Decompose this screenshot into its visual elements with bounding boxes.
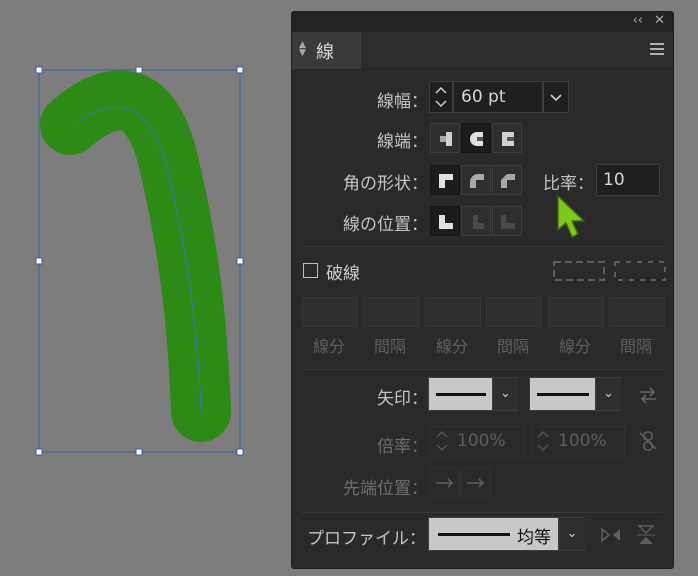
stroke-weight-label: 線幅：	[377, 92, 428, 112]
gap-input-1[interactable]	[363, 297, 419, 327]
dash-preserve-icon	[614, 261, 666, 281]
start-scale-value: 100%	[457, 431, 506, 451]
panel-tab-row: ▲ ▼ 線	[292, 32, 673, 69]
miter-join-icon	[439, 174, 453, 188]
align-stroke-label: 線の位置：	[343, 215, 428, 235]
profile-preview: 均等	[429, 518, 558, 550]
miter-limit-label: 比率：	[543, 174, 594, 194]
updown-icon: ▲ ▼	[299, 40, 306, 58]
extend-arrow-tip-button[interactable]	[430, 468, 460, 498]
artboard-canvas[interactable]	[0, 0, 290, 572]
cap-label: 線端：	[377, 132, 428, 152]
dash-preserve-button[interactable]	[612, 257, 668, 285]
align-inside-icon	[473, 215, 484, 229]
arrowheads-label: 矢印：	[377, 389, 428, 409]
gap-input-3[interactable]	[609, 297, 665, 327]
stepper-arrows-icon	[435, 86, 447, 108]
butt-cap-icon	[440, 132, 452, 146]
gap-label-3: 間隔	[619, 337, 652, 356]
tab-stroke-label: 線	[316, 42, 334, 63]
close-icon[interactable]: ✕	[654, 13, 665, 28]
collapse-icon[interactable]: ‹‹	[633, 13, 643, 28]
round-join-icon	[470, 174, 484, 188]
chevron-down-icon: ⌄	[595, 378, 621, 410]
dash-label-2: 線分	[435, 337, 468, 356]
dash-label-1: 線分	[312, 337, 345, 356]
stroke-weight-input[interactable]: 60 pt	[453, 81, 543, 113]
arrow-end-icon	[467, 478, 485, 488]
selected-stroke-artwork[interactable]	[0, 0, 290, 572]
thick-stroke[interactable]	[40, 70, 231, 442]
panel-titlebar: ‹‹ ✕	[292, 12, 673, 32]
separator	[302, 369, 663, 370]
end-arrowhead-preview	[530, 378, 595, 410]
chevron-down-icon	[550, 94, 562, 102]
start-arrowhead-preview	[429, 378, 492, 410]
round-cap-icon	[470, 132, 483, 146]
dash-input-2[interactable]	[425, 297, 481, 327]
dash-input-1[interactable]	[302, 297, 358, 327]
separator	[302, 512, 663, 513]
end-scale-value: 100%	[558, 431, 607, 451]
profile-label: プロファイル：	[307, 529, 426, 549]
align-outside-icon	[501, 215, 515, 229]
chevron-down-icon: ⌄	[492, 378, 518, 410]
bevel-join-icon	[501, 174, 515, 188]
panel-menu-icon[interactable]	[650, 43, 664, 58]
end-arrowhead-dropdown[interactable]: ⌄	[529, 377, 621, 411]
arrow-tip-icon	[436, 478, 454, 488]
separator	[302, 246, 663, 247]
butt-cap-button[interactable]	[430, 123, 460, 153]
dash-label-3: 線分	[558, 337, 591, 356]
cursor-arrow-icon	[557, 195, 585, 238]
mouse-cursor	[556, 194, 590, 240]
projecting-cap-button[interactable]	[492, 123, 522, 153]
end-scale-field[interactable]: 100%	[531, 426, 625, 458]
gap-label-1: 間隔	[373, 337, 406, 356]
miter-join-button[interactable]	[430, 165, 460, 195]
scale-label: 倍率：	[377, 437, 428, 457]
place-arrow-at-end-button[interactable]	[461, 468, 491, 498]
align-outside-button[interactable]	[492, 206, 522, 236]
dashed-line-checkbox[interactable]	[303, 263, 318, 278]
corner-label: 角の形状：	[343, 174, 428, 194]
stroke-weight-dropdown[interactable]	[543, 81, 569, 113]
align-center-button[interactable]	[430, 206, 460, 236]
stepper-arrows-icon	[436, 431, 448, 451]
gap-input-2[interactable]	[486, 297, 542, 327]
start-scale-field[interactable]: 100%	[430, 426, 524, 458]
stroke-panel: ‹‹ ✕ ▲ ▼ 線 線幅： 60 pt 線端： 角の形状： 比率： 10 線の…	[291, 11, 674, 569]
dash-align-corners-button[interactable]	[551, 257, 607, 285]
bevel-join-button[interactable]	[492, 165, 522, 195]
link-scale-icon[interactable]	[637, 430, 659, 452]
start-arrowhead-dropdown[interactable]: ⌄	[428, 377, 518, 411]
flip-across-icon[interactable]	[635, 523, 657, 547]
projecting-cap-icon	[502, 132, 514, 146]
flip-along-icon[interactable]	[599, 525, 623, 545]
round-cap-button[interactable]	[461, 123, 491, 153]
stroke-weight-stepper[interactable]	[429, 81, 453, 113]
chevron-down-icon: ⌄	[558, 518, 585, 550]
stepper-arrows-icon	[537, 431, 549, 451]
align-center-icon	[439, 215, 453, 229]
arrow-align-label: 先端位置：	[343, 479, 428, 499]
gap-label-2: 間隔	[496, 337, 529, 356]
round-join-button[interactable]	[461, 165, 491, 195]
profile-dropdown[interactable]: 均等 ⌄	[428, 517, 585, 551]
tab-stroke[interactable]: ▲ ▼ 線	[292, 32, 361, 69]
swap-arrowheads-icon[interactable]	[637, 385, 659, 405]
dash-input-3[interactable]	[548, 297, 604, 327]
dashed-line-label: 破線	[326, 264, 360, 284]
profile-value: 均等	[517, 528, 551, 548]
dash-corners-icon	[553, 261, 605, 281]
align-inside-button[interactable]	[461, 206, 491, 236]
miter-limit-input[interactable]: 10	[596, 164, 660, 196]
dash-gap-row: 線分 間隔 線分 間隔 線分 間隔	[302, 297, 665, 357]
